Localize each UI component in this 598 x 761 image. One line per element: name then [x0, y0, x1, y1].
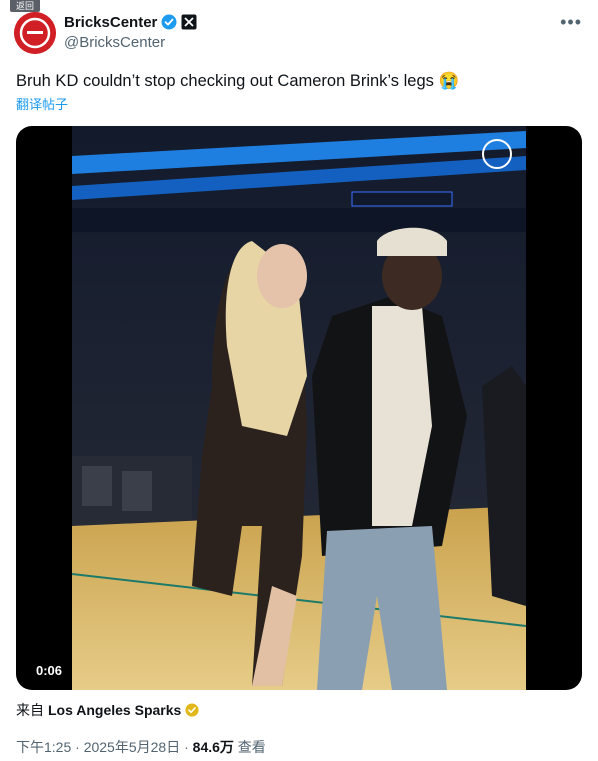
avatar-logo-icon: [14, 12, 56, 54]
verified-badge-icon: [161, 14, 177, 30]
view-count: 84.6万: [192, 739, 234, 755]
tweet-meta: 下午1:25 · 2025年5月28日 · 84.6万 查看: [16, 737, 266, 757]
source-prefix: 来自: [16, 702, 44, 718]
author-display-name[interactable]: BricksCenter: [64, 14, 157, 31]
video-scene: [72, 126, 526, 690]
more-icon[interactable]: •••: [560, 12, 582, 33]
avatar[interactable]: [14, 12, 56, 54]
author-handle[interactable]: @BricksCenter: [64, 34, 197, 51]
x-affiliate-icon: [181, 14, 197, 30]
video-timestamp: 0:06: [30, 661, 69, 680]
source-row: 来自 Los Angeles Sparks: [16, 700, 199, 720]
views-label: 查看: [233, 739, 266, 755]
gold-verified-icon: [185, 703, 199, 717]
tweet-date[interactable]: 2025年5月28日: [84, 739, 181, 755]
back-label[interactable]: 返回: [10, 0, 40, 12]
tweet-time[interactable]: 下午1:25: [16, 739, 71, 755]
video-frame[interactable]: [72, 126, 526, 690]
translate-link[interactable]: 翻译帖子: [16, 94, 68, 113]
meta-separator: ·: [180, 739, 193, 755]
meta-separator: ·: [71, 739, 84, 755]
source-name[interactable]: Los Angeles Sparks: [48, 702, 181, 718]
tweet-text: Bruh KD couldn’t stop checking out Camer…: [16, 72, 460, 90]
video-player[interactable]: 0:06: [16, 126, 582, 690]
